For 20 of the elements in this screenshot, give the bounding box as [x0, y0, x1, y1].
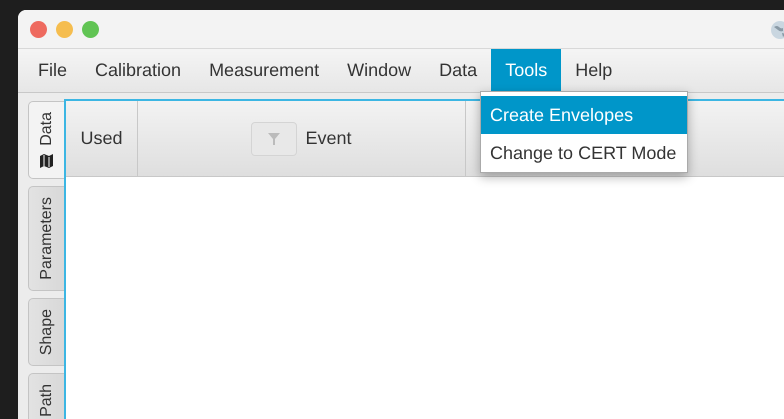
column-header: Event [305, 128, 352, 149]
side-tab[interactable]: Shape [28, 298, 64, 366]
filter-icon [268, 132, 280, 144]
minimize-button[interactable] [56, 20, 73, 38]
map-icon [40, 154, 53, 168]
side-tab[interactable]: Data [28, 101, 64, 179]
menu-item[interactable]: File [24, 49, 82, 92]
zoom-button[interactable] [82, 20, 99, 38]
menu-item[interactable]: Calibration [81, 49, 196, 92]
close-button[interactable] [30, 20, 47, 38]
column-header: Used [80, 128, 123, 149]
menu-item[interactable]: Help [561, 49, 626, 92]
side-tab[interactable]: Path [28, 372, 64, 419]
menu-item[interactable]: Data [425, 49, 492, 92]
globe-icon [770, 20, 784, 40]
menu-item[interactable]: Window [333, 49, 426, 92]
menu-item[interactable]: Measurement [195, 49, 334, 92]
side-tab[interactable]: Parameters [28, 186, 64, 290]
menu-item[interactable]: Change to CERT Mode [481, 134, 687, 172]
filter-button[interactable] [251, 122, 298, 156]
